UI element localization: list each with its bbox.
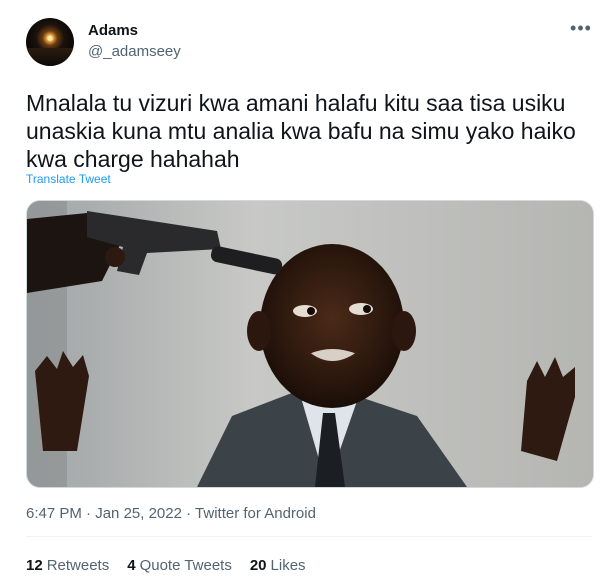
avatar-landscape — [26, 48, 74, 66]
tweet: Adams @_adamseey ••• Mnalala tu vizuri k… — [0, 0, 616, 580]
avatar[interactable] — [26, 18, 74, 66]
quote-tweets-label: Quote Tweets — [139, 557, 232, 574]
likes-label: Likes — [270, 557, 306, 574]
tweet-media-image[interactable] — [26, 200, 594, 488]
tweet-timestamp[interactable]: 6:47 PM · Jan 25, 2022 · Twitter for And… — [26, 505, 316, 522]
tweet-text: Mnalala tu vizuri kwa amani halafu kitu … — [26, 90, 576, 172]
tweet-time: 6:47 PM — [26, 505, 82, 522]
translate-tweet-link[interactable]: Translate Tweet — [26, 172, 111, 186]
tweet-date: Jan 25, 2022 — [95, 505, 182, 522]
retweets-label: Retweets — [46, 557, 110, 574]
likes-count: 20 — [249, 557, 267, 574]
engagement-stats: 12 Retweets 4 Quote Tweets 20 Likes — [26, 557, 306, 574]
tweet-source[interactable]: Twitter for Android — [195, 505, 316, 522]
quote-tweets-stat[interactable]: 4 Quote Tweets — [127, 557, 232, 574]
user-handle[interactable]: @_adamseey — [88, 43, 181, 60]
quote-tweets-count: 4 — [127, 557, 136, 574]
divider — [26, 536, 592, 537]
retweets-stat[interactable]: 12 Retweets — [26, 557, 109, 574]
likes-stat[interactable]: 20 Likes — [250, 557, 306, 574]
meta-separator: · — [86, 505, 92, 522]
meta-separator: · — [186, 505, 192, 522]
meme-illustration — [27, 201, 593, 487]
more-horizontal-icon[interactable]: ••• — [568, 19, 594, 42]
retweets-count: 12 — [26, 557, 43, 574]
display-name[interactable]: Adams — [88, 22, 138, 39]
